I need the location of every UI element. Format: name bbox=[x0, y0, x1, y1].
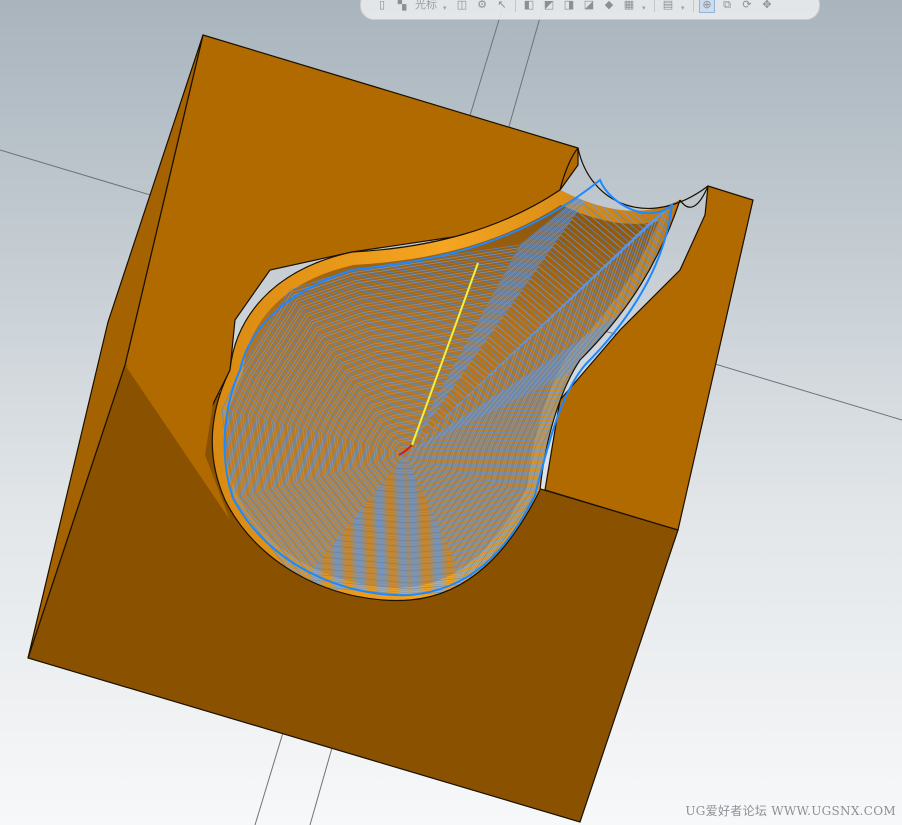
graphics-viewport[interactable]: ▯ ▚ 光标 ▾ ◫ ⚙ ↖ ◧ ◩ ◨ ◪ ◆ ▦ ▾ ▤ ▾ ⊕ ⧉ ⟳ ✥ UG爱好者论坛 WWW.UGSNX.… bbox=[0, 0, 902, 825]
arrow-cursor-icon[interactable]: ↖ bbox=[495, 0, 509, 12]
grid-icon[interactable]: ▤ bbox=[661, 0, 675, 12]
forum-watermark: UG爱好者论坛 WWW.UGSNX.COM bbox=[685, 804, 896, 818]
pan-icon[interactable]: ✥ bbox=[760, 0, 774, 12]
render-shaded-icon[interactable]: ◆ bbox=[602, 0, 616, 12]
toolbar-separator bbox=[515, 0, 516, 12]
dropdown-caret-icon[interactable]: ▾ bbox=[443, 4, 449, 12]
selection-scope-label[interactable]: 光标 bbox=[415, 0, 437, 12]
fit-view-icon[interactable]: ⧉ bbox=[720, 0, 734, 12]
snap-point-icon[interactable]: ◫ bbox=[455, 0, 469, 12]
dropdown-caret-icon[interactable]: ▾ bbox=[642, 4, 648, 12]
zoom-icon[interactable]: ⊕ bbox=[699, 0, 715, 13]
view-right-icon[interactable]: ◨ bbox=[562, 0, 576, 12]
toolbar-separator bbox=[693, 0, 694, 12]
rotate-icon[interactable]: ⟳ bbox=[740, 0, 754, 12]
dropdown-caret-icon[interactable]: ▾ bbox=[681, 4, 687, 12]
model-scene[interactable] bbox=[0, 0, 902, 825]
view-toolbar: ▯ ▚ 光标 ▾ ◫ ⚙ ↖ ◧ ◩ ◨ ◪ ◆ ▦ ▾ ▤ ▾ ⊕ ⧉ ⟳ ✥ bbox=[360, 0, 820, 20]
view-front-icon[interactable]: ◧ bbox=[522, 0, 536, 12]
gear-icon[interactable]: ⚙ bbox=[475, 0, 489, 12]
save-icon[interactable]: ▯ bbox=[375, 0, 389, 12]
toolbar-separator bbox=[654, 0, 655, 12]
select-filter-icon[interactable]: ▚ bbox=[395, 0, 409, 12]
cavity-notch-edge bbox=[577, 147, 709, 209]
view-iso-icon[interactable]: ◪ bbox=[582, 0, 596, 12]
layer-icon[interactable]: ▦ bbox=[622, 0, 636, 12]
view-top-icon[interactable]: ◩ bbox=[542, 0, 556, 12]
